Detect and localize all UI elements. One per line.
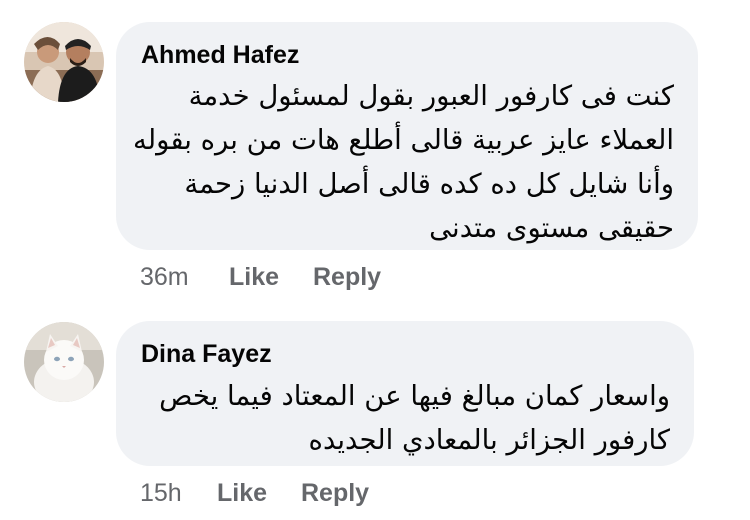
avatar-dina-fayez[interactable] bbox=[24, 322, 104, 402]
like-button[interactable]: Like bbox=[217, 479, 267, 508]
comment-meta: 15h Like Reply bbox=[140, 479, 440, 509]
comment-text-line: واسعار كمان مبالغ فيها عن المعتاد فيما ي… bbox=[159, 380, 670, 412]
comment-timestamp[interactable]: 15h bbox=[140, 479, 182, 508]
reply-button[interactable]: Reply bbox=[301, 479, 369, 508]
comment-2: Dina Fayez واسعار كمان مبالغ فيها عن الم… bbox=[0, 0, 750, 520]
comment-text: واسعار كمان مبالغ فيها عن المعتاد فيما ي… bbox=[115, 374, 670, 462]
comment-author[interactable]: Dina Fayez bbox=[141, 340, 272, 369]
comment-text-line: كارفور الجزائر بالمعادي الجديده bbox=[308, 424, 670, 456]
cat-photo-icon bbox=[24, 322, 104, 402]
